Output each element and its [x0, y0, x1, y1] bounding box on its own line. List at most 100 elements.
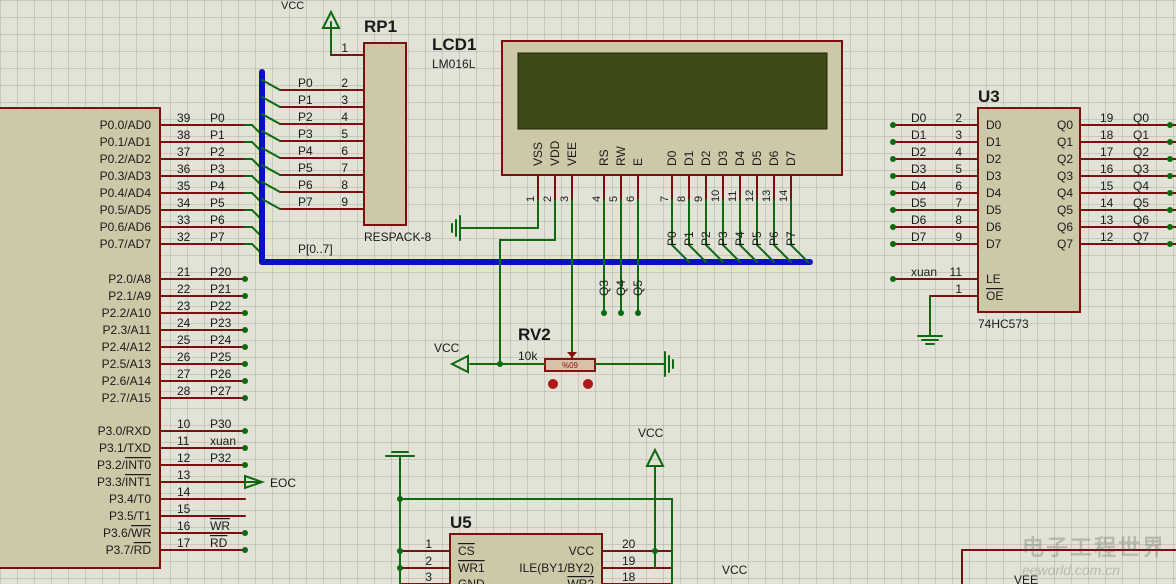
schematic-canvas[interactable]: P0.0/AD0 39 P0P0.1/AD1 38 P1P0.2/AD2 37 P2P0.3… — [0, 0, 1176, 584]
lcd-data-net-label: P5 — [750, 231, 764, 246]
u3-pin-number: 14 — [1100, 196, 1114, 210]
lcd-data-net-label: P7 — [784, 231, 798, 246]
junction-dot — [242, 310, 248, 316]
rp1-net-label: P1 — [298, 93, 313, 107]
mcu-net-label: P3 — [210, 162, 225, 176]
u3-pin-name: D2 — [986, 152, 1002, 166]
u5-pin-number: 3 — [425, 570, 432, 584]
lcd-screen — [517, 52, 828, 130]
mcu-pin-number: 16 — [177, 519, 191, 533]
rv2-adjust-button-down[interactable] — [548, 379, 558, 389]
rp1-pin[interactable]: 8 P6 — [261, 178, 365, 193]
u3-pin-name: D5 — [986, 203, 1002, 217]
mcu-pin-number: 25 — [177, 333, 191, 347]
rp1-pin[interactable]: 4 P2 — [261, 110, 365, 125]
junction-dot — [397, 565, 403, 571]
junction-dot — [242, 276, 248, 282]
wiper-arrow-icon — [567, 352, 577, 358]
mcu-pin-number: 33 — [177, 213, 191, 227]
mcu-pin-name: P2.0/A8 — [108, 272, 151, 286]
u3-net-label: xuan — [911, 265, 937, 279]
junction-dot — [890, 156, 896, 162]
u5-ic[interactable]: U5 1 CS 2 WR1 3 GND 20 VCC 19 ILE(BY1/BY2) 18 WR2 VCC… — [397, 426, 748, 584]
lcd-pin-name: D4 — [733, 150, 747, 166]
u3-net-label: D6 — [911, 213, 927, 227]
rp1-pin[interactable]: 9 P7 — [261, 195, 365, 210]
gnd-icon — [917, 325, 943, 345]
u3-net-label: D5 — [911, 196, 927, 210]
u3-pin-name: D6 — [986, 220, 1002, 234]
u3-net-label: Q4 — [1133, 179, 1149, 193]
u3-pin-name: Q7 — [1057, 237, 1073, 251]
rp1-net-label: P7 — [298, 195, 313, 209]
u5-pin-number: 1 — [425, 537, 432, 551]
mcu-net-label: P4 — [210, 179, 225, 193]
rp1-vcc-label: VCC — [281, 0, 304, 12]
mcu-net-label: P26 — [210, 367, 232, 381]
lcd-data-net-label: P0 — [665, 231, 679, 246]
rp1-pin[interactable]: 3 P1 — [261, 93, 365, 108]
control-net-label: Q5 — [631, 280, 645, 296]
lcd-pin-name: D1 — [682, 150, 696, 166]
rp1-pin[interactable]: 2 P0 — [261, 76, 365, 91]
u5-pin-number: 20 — [622, 537, 636, 551]
mcu-pin-name: P3.2/INT0 — [97, 458, 151, 472]
junction-dot — [1167, 173, 1173, 179]
junction-dot — [890, 224, 896, 230]
mcu-ic[interactable]: P0.0/AD0 39 P0 P0.1/AD1 38 P1 P0.2/AD2 37 P2 P0.3… — [0, 107, 263, 569]
mcu-pin-number: 10 — [177, 417, 191, 431]
u3-net-label: D0 — [911, 111, 927, 125]
lcd-pin-number: 1 — [525, 196, 537, 202]
watermark-subtitle: eeworld.com.cn — [1021, 562, 1121, 578]
rv2-adjust-button-up[interactable] — [583, 379, 593, 389]
mcu-pin-name: P2.7/A15 — [102, 391, 152, 405]
mcu-pin-name: P2.2/A10 — [102, 306, 152, 320]
rv2-potentiometer[interactable]: RV2 10k %09 VCC — [434, 325, 656, 389]
rp1-net-label: P4 — [298, 144, 313, 158]
rv2-wiper-value: %09 — [562, 361, 579, 370]
mcu-pin-number: 21 — [177, 265, 191, 279]
u5-ref: U5 — [450, 513, 472, 532]
rp1-body — [363, 42, 407, 226]
lcd-pin-number: 9 — [693, 196, 705, 202]
lcd1-display[interactable]: LCD1 LM016L VSS 1 VDD 2 VEE 3 RS 4 RW 5 E 6 D0 7 D1 8 D2 9 D… — [432, 35, 843, 364]
rp1-pin[interactable]: 1 — [330, 41, 365, 56]
u3-net-label: Q0 — [1133, 111, 1149, 125]
rp1-pin-number: 8 — [341, 178, 348, 192]
lcd-pin-number: 4 — [591, 196, 603, 202]
mcu-pin-name: P0.4/AD4 — [100, 186, 152, 200]
mcu-pin-number: 22 — [177, 282, 191, 296]
lcd-pin-number: 10 — [710, 190, 722, 202]
rv2-vcc-label: VCC — [434, 341, 460, 355]
junction-dot — [242, 428, 248, 434]
mcu-net-label: xuan — [210, 434, 236, 448]
lcd-pin-number: 6 — [625, 196, 637, 202]
u3-net-label: Q5 — [1133, 196, 1149, 210]
rp1-pin-number: 1 — [341, 41, 348, 55]
mcu-pin-number: 13 — [177, 468, 191, 482]
junction-dot — [242, 462, 248, 468]
mcu-pin-name: P3.7/RD — [106, 543, 152, 557]
u3-pin-name: Q5 — [1057, 203, 1073, 217]
u3-net-label: D1 — [911, 128, 927, 142]
lcd-pin-number: 3 — [559, 196, 571, 202]
u3-pin-number: 9 — [955, 230, 962, 244]
mcu-pin-number: 14 — [177, 485, 191, 499]
lcd-pin-number: 13 — [761, 190, 773, 202]
watermark-title: 电子工程世界 — [1021, 535, 1166, 560]
rp1-pin[interactable]: 6 P4 — [261, 144, 365, 159]
u3-pin-number: 19 — [1100, 111, 1114, 125]
mcu-pin-name: P2.4/A12 — [102, 340, 152, 354]
rp1-pin[interactable]: 7 P5 — [261, 161, 365, 176]
mcu-pin-name: P3.3/INT1 — [97, 475, 151, 489]
u3-pin-name: Q1 — [1057, 135, 1073, 149]
rp1-pin-number: 2 — [341, 76, 348, 90]
junction-dot — [242, 395, 248, 401]
rp1-pin[interactable]: 5 P3 — [261, 127, 365, 142]
mcu-net-label: P0 — [210, 111, 225, 125]
u3-pin-number: 11 — [950, 265, 963, 279]
u3-latch[interactable]: U3 74HC573 D0 2 D0 D1 3 D1 D2 4 D2 D3 5 D3 D4 6 D4 D5 7 D5 D… — [890, 87, 1176, 331]
mcu-pin-number: 34 — [177, 196, 191, 210]
mcu-net-label: P23 — [210, 316, 232, 330]
rp1-respack[interactable]: RP1 RESPACK-8 VCC 1 2 P0 3 P1 4 P2 5 P3 6 P4 7 P5 8 P6 9 P7 — [261, 0, 431, 244]
